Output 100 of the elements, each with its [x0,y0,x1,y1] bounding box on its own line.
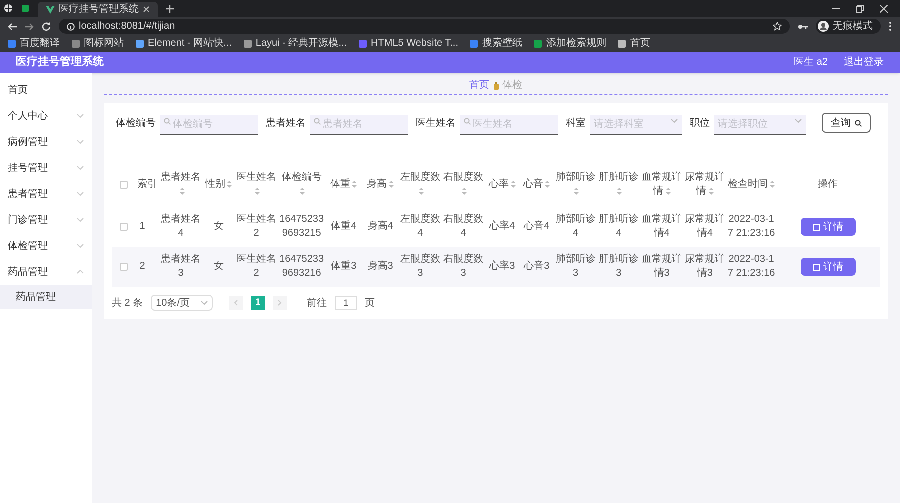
column-header: 索引 [138,178,158,192]
column-header[interactable]: 血常规详情 [641,171,683,199]
column-header[interactable]: 医生姓名 [236,171,278,199]
field-label: 职位 [690,116,710,130]
plus-icon[interactable] [166,5,174,13]
table-cell: 肺部听诊3 [554,247,598,287]
star-icon[interactable] [773,22,782,31]
back-icon[interactable] [8,22,17,30]
column-header[interactable]: 尿常规详情 [684,171,726,199]
bookmark[interactable]: 添加检索规则 [534,39,606,49]
column-header[interactable]: 性别 [205,178,232,192]
submenu-item[interactable]: 药品管理 [0,285,92,309]
table-cell: 2022-03-17 21:23:16 [726,207,776,247]
table-cell: 164752339693215 [278,207,326,247]
sort-icon[interactable] [510,180,516,188]
page-size-select[interactable]: 10条/页 [151,295,214,311]
column-header: 操作 [818,178,838,192]
column-header[interactable]: 右眼度数 [443,171,484,199]
sort-icon[interactable] [545,180,550,188]
previous-page-button[interactable] [229,296,244,310]
table-cell: 1 [136,207,160,247]
chevron-icon [77,140,84,144]
url-text: localhost:8081/#/tijian [79,22,176,32]
sort-icon[interactable] [418,188,424,195]
next-page-button[interactable] [273,296,288,310]
table-cell: 女 [202,207,235,247]
forward-icon[interactable] [25,22,34,30]
sort-icon[interactable] [462,188,468,195]
column-header[interactable]: 左眼度数 [400,171,442,199]
column-header[interactable]: 患者姓名 [160,171,202,199]
bookmark[interactable]: Layui - 经典开源模... [244,39,348,49]
menu-item[interactable]: 挂号管理 [0,155,92,181]
globe-icon[interactable] [4,4,13,13]
browser-tab[interactable]: 医疗挂号管理系统 [38,2,158,17]
sort-icon[interactable] [389,180,394,188]
bookmark[interactable]: 首页 [618,39,650,49]
details-button[interactable]: 详情 [800,258,856,276]
column-header[interactable]: 心音 [523,178,550,192]
sort-icon[interactable] [300,188,306,195]
column-header[interactable]: 体检编号 [279,171,325,199]
sort-icon[interactable] [666,188,671,195]
address-bar[interactable]: localhost:8081/#/tijian [59,19,790,34]
table-cell: 心率4 [485,207,520,247]
column-header[interactable]: 检查时间 [728,178,776,192]
sort-icon[interactable] [574,188,580,195]
chevron-icon [77,192,84,196]
reload-icon[interactable] [42,22,51,31]
breadcrumb-item[interactable]: 首页 [470,78,490,93]
chevron-icon [77,244,84,248]
chevron-icon [77,270,84,274]
bookmark-icon [359,40,368,48]
bookmark[interactable]: Element - 网站快... [136,39,232,49]
page-input[interactable]: 1 [335,296,358,310]
more-icon[interactable] [889,22,892,31]
table-cell: 体重4 [326,207,362,247]
avatar-icon [818,21,829,32]
sort-icon[interactable] [255,188,260,195]
bookmark[interactable]: HTML5 Website T... [359,39,458,49]
table-cell: 尿常规详情3 [684,247,727,287]
menu-item[interactable]: 体检管理 [0,233,92,259]
table-cell: 左眼度数4 [398,207,442,247]
sort-icon[interactable] [352,180,358,188]
total-count: 共 2 条 [112,296,144,310]
v-logo-icon [46,6,55,14]
checkbox[interactable] [120,262,128,271]
checkbox[interactable] [120,180,128,189]
menu-item[interactable]: 首页 [0,77,92,103]
bookmark-icon [244,40,252,48]
menu-item[interactable]: 患者管理 [0,181,92,207]
sort-icon[interactable] [770,180,776,188]
search-button[interactable]: 查询 [822,113,871,133]
table-cell: 心率3 [485,247,520,287]
column-header[interactable]: 肺部听诊 [555,171,596,199]
menu-item[interactable]: 个人中心 [0,103,92,129]
bookmark[interactable]: 图标网站 [72,39,124,49]
close-icon[interactable] [143,6,150,13]
sort-icon[interactable] [180,188,184,195]
sort-icon[interactable] [708,188,714,195]
column-header[interactable]: 肝脏听诊 [598,171,640,199]
column-header[interactable]: 心率 [488,178,516,192]
logout-link[interactable]: 退出登录 [844,55,884,70]
column-header[interactable]: 身高 [367,178,394,192]
menu-item[interactable]: 病例管理 [0,129,92,155]
sort-icon[interactable] [617,188,622,195]
checkbox[interactable] [120,222,128,231]
profile-button[interactable]: 无痕模式 [816,19,881,34]
column-header[interactable]: 体重 [330,178,358,192]
details-button[interactable]: 详情 [800,218,856,236]
table-cell: 左眼度数3 [398,247,442,287]
sort-icon[interactable] [227,180,232,188]
menu-item[interactable]: 药品管理 [0,259,92,285]
bookmark[interactable]: 搜索壁纸 [470,39,522,49]
key-icon[interactable] [798,24,808,30]
restore-icon[interactable] [856,5,864,13]
page-icon[interactable] [21,4,30,13]
menu-item[interactable]: 门诊管理 [0,207,92,233]
bottle-icon [494,82,498,90]
bookmark[interactable]: 百度翻译 [8,39,60,49]
close-icon[interactable] [880,5,888,13]
table-cell: 患者姓名4 [159,207,203,247]
